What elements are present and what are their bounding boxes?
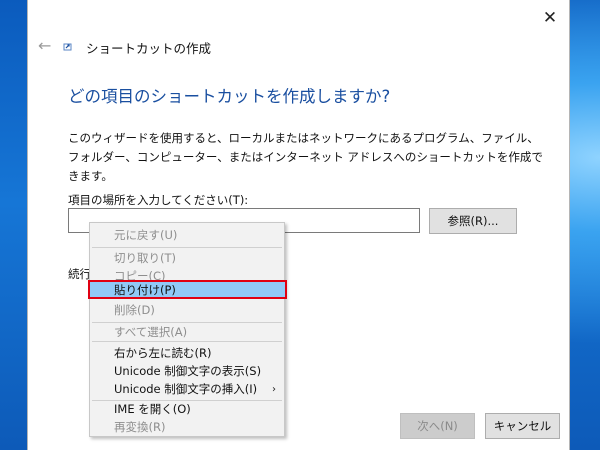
submenu-arrow-icon: › [272, 384, 276, 395]
close-icon: ✕ [542, 8, 558, 28]
wizard-description: このウィザードを使用すると、ローカルまたはネットワークにあるプログラム、ファイル… [68, 131, 543, 183]
close-button[interactable]: ✕ [537, 6, 563, 30]
menu-item-show-unicode-control[interactable]: Unicode 制御文字の表示(S) [90, 362, 284, 381]
context-menu: 元に戻す(U) 切り取り(T) コピー(C) 貼り付け(P) 削除(D) すべて… [88, 222, 287, 437]
browse-button[interactable]: 参照(R)... [429, 208, 517, 234]
shortcut-icon [63, 43, 72, 51]
menu-item-paste[interactable]: 貼り付け(P) [88, 280, 287, 299]
window-title: ショートカットの作成 [86, 41, 212, 56]
menu-item-select-all[interactable]: すべて選択(A) [90, 323, 284, 342]
page-heading: どの項目のショートカットを作成しますか? [68, 87, 391, 106]
back-button[interactable]: ← [38, 36, 51, 55]
location-label: 項目の場所を入力してください(T): [68, 193, 249, 207]
menu-separator [92, 247, 282, 248]
menu-item-rtl-reading[interactable]: 右から左に読む(R) [90, 344, 284, 363]
menu-item-delete[interactable]: 削除(D) [90, 301, 284, 320]
menu-item-open-ime[interactable]: IME を開く(O) [90, 400, 284, 419]
next-button[interactable]: 次へ(N) [400, 413, 475, 439]
menu-item-cut[interactable]: 切り取り(T) [90, 249, 284, 268]
menu-item-insert-unicode-control[interactable]: Unicode 制御文字の挿入(I) › [90, 380, 284, 399]
menu-separator [92, 341, 282, 342]
cancel-button[interactable]: キャンセル [485, 413, 560, 439]
menu-item-reconvert[interactable]: 再変換(R) [90, 418, 284, 437]
menu-item-label: Unicode 制御文字の挿入(I) [114, 382, 258, 396]
menu-item-undo[interactable]: 元に戻す(U) [90, 226, 284, 245]
back-arrow-icon: ← [38, 36, 52, 55]
